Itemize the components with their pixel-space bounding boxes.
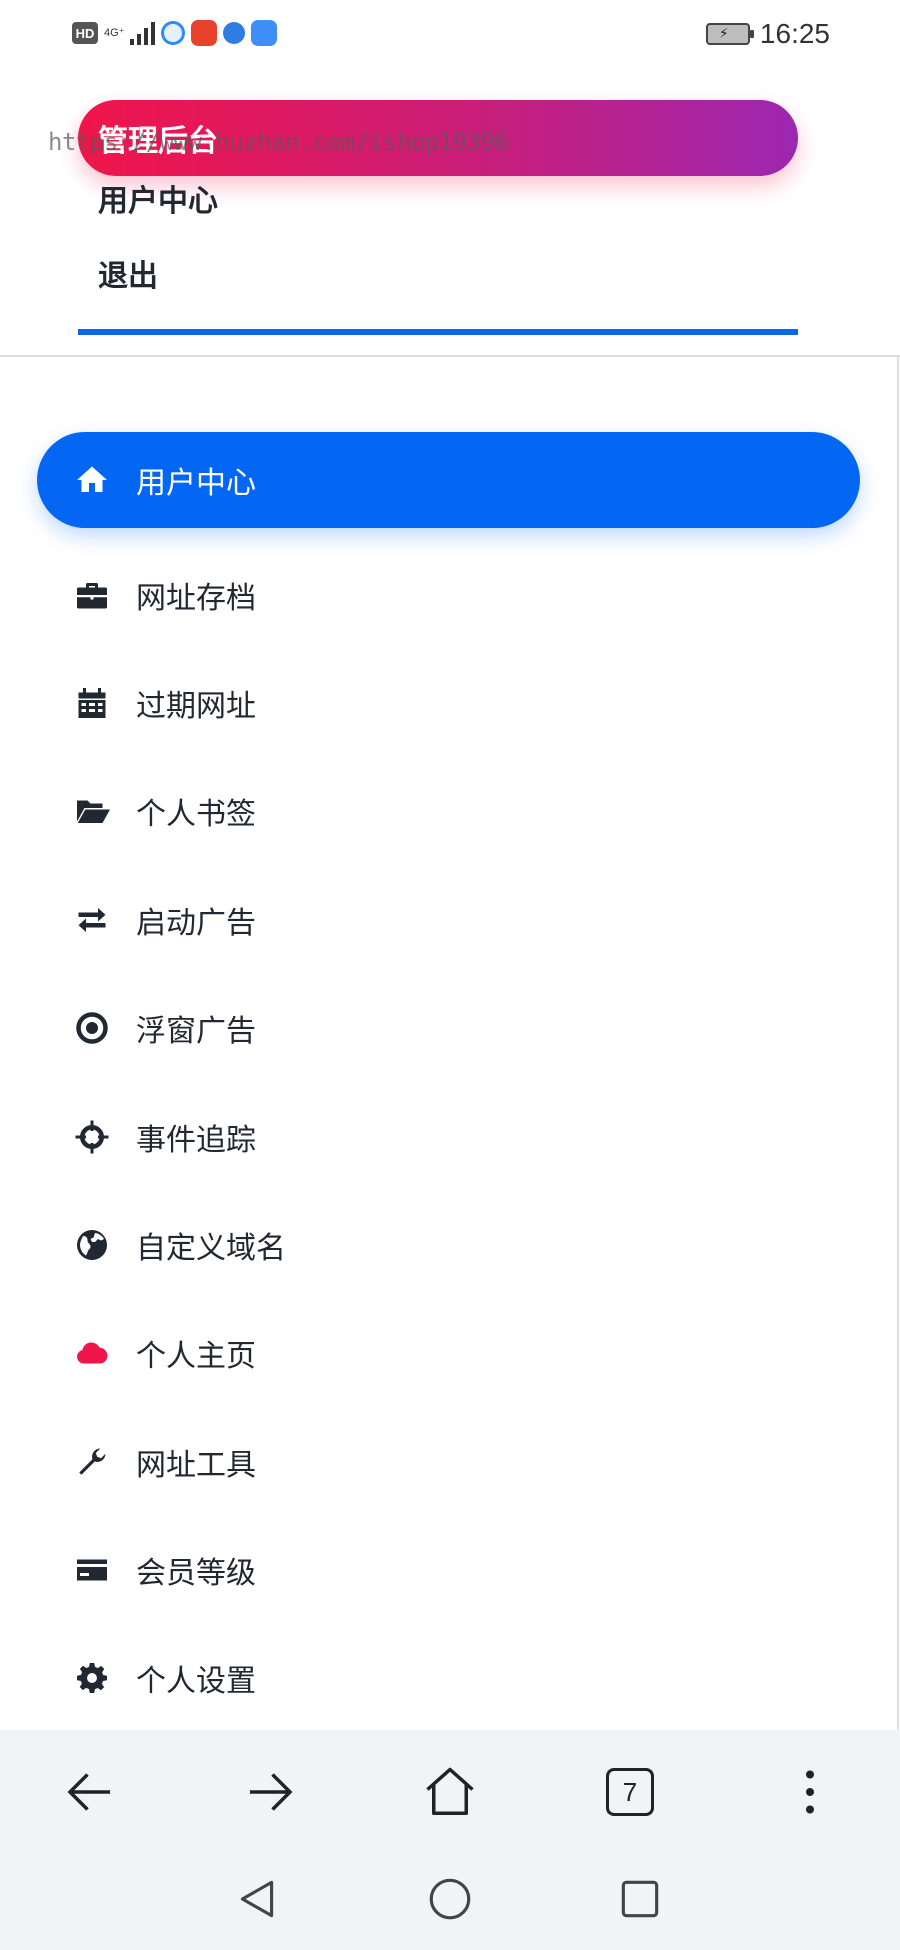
sidebar-item-settings[interactable]: 个人设置 xyxy=(37,1624,860,1732)
gear-icon xyxy=(73,1659,111,1697)
logout-link[interactable]: 退出 xyxy=(78,251,798,326)
sidebar-item-label: 启动广告 xyxy=(136,905,256,941)
sidebar-item-membership[interactable]: 会员等级 xyxy=(37,1516,860,1624)
sidebar-item-label: 网址存档 xyxy=(136,580,256,616)
sidebar-item-expired-urls[interactable]: 过期网址 xyxy=(37,649,860,757)
sidebar-item-custom-domain[interactable]: 自定义域名 xyxy=(37,1191,860,1299)
sidebar-item-label: 自定义域名 xyxy=(136,1230,286,1266)
signal-icon xyxy=(130,21,156,45)
clock: 16:25 xyxy=(759,18,830,49)
home-outline-icon xyxy=(426,1767,474,1815)
circle-home-icon xyxy=(429,1878,471,1920)
home-button[interactable] xyxy=(418,1760,482,1824)
status-bar: HD 4G⁺ ⚡ 16:25 xyxy=(0,0,900,68)
back-button[interactable] xyxy=(58,1760,122,1824)
exchange-arrows-icon xyxy=(73,901,111,939)
browser-toolbar: 7 xyxy=(0,1730,900,1850)
sidebar-item-user-center[interactable]: 用户中心 xyxy=(37,432,860,528)
sidebar-item-url-tools[interactable]: 网址工具 xyxy=(37,1408,860,1516)
watermark-text: https://www.huzhan.com/ishop19396 xyxy=(48,128,509,156)
header-divider xyxy=(0,355,900,357)
top-user-center-link[interactable]: 用户中心 xyxy=(78,176,798,251)
sidebar-item-url-archive[interactable]: 网址存档 xyxy=(37,540,860,648)
sidebar-item-event-tracking[interactable]: 事件追踪 xyxy=(37,1082,860,1190)
system-recents-button[interactable] xyxy=(615,1874,665,1924)
cloud-app-icon xyxy=(251,20,278,46)
arrow-right-icon xyxy=(250,1773,293,1811)
square-recents-icon xyxy=(621,1880,659,1918)
dot-circle-icon xyxy=(73,1009,111,1047)
home-icon xyxy=(73,461,111,499)
more-vertical-icon xyxy=(806,1770,814,1814)
triangle-back-icon xyxy=(240,1880,274,1918)
sidebar-item-label: 个人设置 xyxy=(136,1664,256,1700)
calendar-icon xyxy=(73,684,111,722)
sidebar-menu: 用户中心 网址存档 过期网址 个人书签 启动广告 浮窗广告 事件追踪 自定义域名… xyxy=(37,432,860,1733)
system-back-button[interactable] xyxy=(232,1874,282,1924)
forward-button[interactable] xyxy=(238,1760,302,1824)
status-bar-right: ⚡ 16:25 xyxy=(705,18,830,50)
globe-app-icon xyxy=(223,22,246,44)
sidebar-item-label: 浮窗广告 xyxy=(136,1014,256,1050)
sidebar-item-label: 个人书签 xyxy=(136,797,256,833)
system-home-button[interactable] xyxy=(425,1874,475,1924)
tabs-button[interactable]: 7 xyxy=(598,1760,662,1824)
tab-count: 7 xyxy=(606,1768,654,1816)
status-bar-left: HD 4G⁺ xyxy=(72,20,278,46)
crosshairs-icon xyxy=(73,1118,111,1156)
browser-app-icon xyxy=(161,21,186,45)
sidebar-item-float-ads[interactable]: 浮窗广告 xyxy=(37,974,860,1082)
sidebar-item-label: 事件追踪 xyxy=(136,1122,256,1158)
sidebar-item-launch-ads[interactable]: 启动广告 xyxy=(37,866,860,974)
top-menu-underline xyxy=(78,329,798,335)
content-edge xyxy=(897,355,899,1730)
sidebar-item-homepage[interactable]: 个人主页 xyxy=(37,1299,860,1407)
wrench-icon xyxy=(73,1443,111,1481)
sidebar-item-bookmarks[interactable]: 个人书签 xyxy=(37,757,860,865)
arrow-left-icon xyxy=(67,1773,110,1811)
cloud-icon xyxy=(73,1334,111,1372)
sidebar-item-label: 会员等级 xyxy=(136,1556,256,1592)
sidebar-item-label: 个人主页 xyxy=(136,1339,256,1375)
sidebar-item-label: 网址工具 xyxy=(136,1447,256,1483)
globe-icon xyxy=(73,1226,111,1264)
system-nav-bar xyxy=(0,1850,900,1950)
folder-open-icon xyxy=(73,792,111,830)
credit-card-icon xyxy=(73,1551,111,1589)
more-menu-button[interactable] xyxy=(778,1760,842,1824)
hd-indicator: HD xyxy=(72,22,98,44)
sidebar-item-label: 用户中心 xyxy=(136,466,256,501)
battery-icon: ⚡ xyxy=(705,23,754,45)
briefcase-icon xyxy=(73,576,111,614)
network-type: 4G⁺ xyxy=(104,26,125,39)
sidebar-item-label: 过期网址 xyxy=(136,688,256,724)
red-app-icon xyxy=(191,20,218,46)
